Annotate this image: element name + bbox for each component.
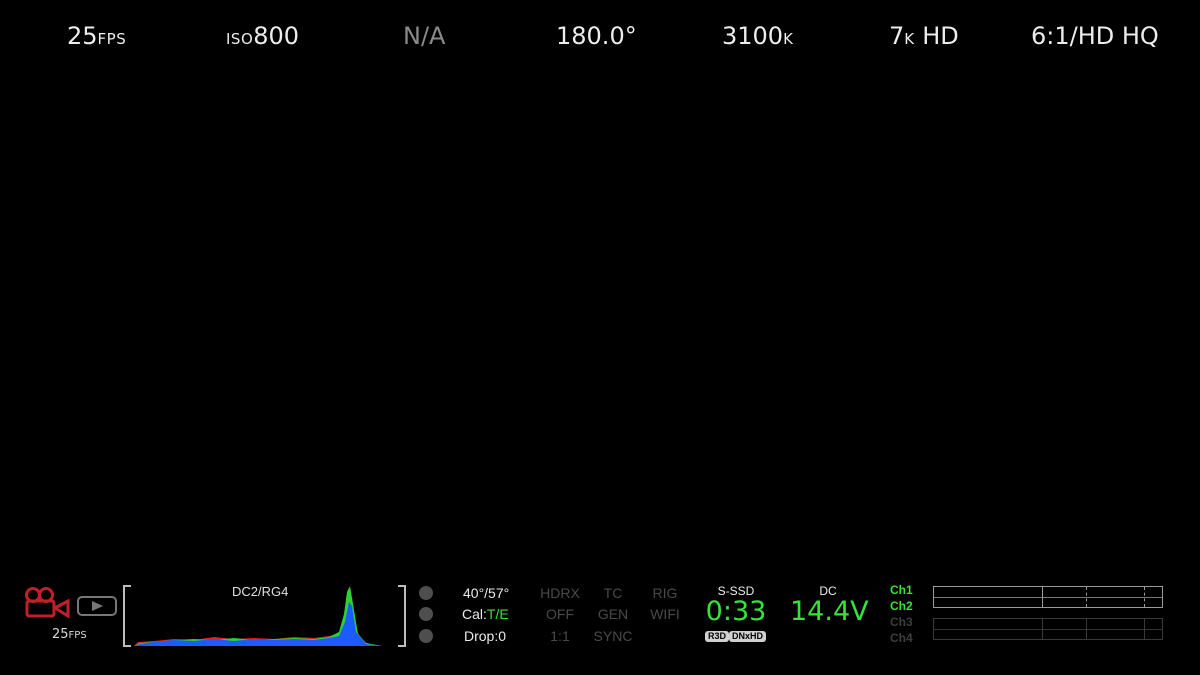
fps-value: 25: [67, 22, 98, 50]
calibration-value: T/E: [486, 606, 509, 622]
iso-prefix: ISO: [226, 30, 254, 48]
hdrx-label[interactable]: HDRX: [530, 585, 590, 601]
rig-value: WIFI: [650, 606, 680, 622]
audio-channel-4-label: Ch4: [890, 631, 913, 645]
fps-readout[interactable]: 25FPS: [67, 22, 126, 50]
resolution-readout[interactable]: 7K HD: [889, 22, 959, 50]
white-balance-readout[interactable]: 3100K: [722, 22, 793, 50]
sensor-temperature: 40°/57°: [463, 585, 510, 601]
audio-channel-1-label: Ch1: [890, 583, 913, 597]
histogram-label: DC2/RG4: [232, 584, 289, 599]
calibration-status: Cal:T/E: [462, 606, 509, 622]
timecode-mode: SYNC: [593, 628, 633, 644]
audio-channel-3-label: Ch3: [890, 615, 913, 629]
timecode-label[interactable]: TC: [583, 585, 643, 601]
aperture-readout[interactable]: N/A: [403, 22, 445, 50]
dropped-frames: Drop:0: [464, 628, 507, 644]
calibration-prefix: Cal:: [462, 606, 487, 622]
resolution-suffix: HD: [914, 22, 959, 50]
dnxhd-badge: DNxHD: [729, 631, 767, 642]
shutter-readout[interactable]: 180.0°: [556, 22, 637, 50]
resolution-value: 7: [889, 22, 905, 50]
fps-small-value: 25: [52, 627, 69, 642]
status-led-2: [419, 607, 433, 621]
histogram-right-bracket: [398, 585, 406, 647]
white-balance-unit: K: [783, 30, 794, 48]
compression-readout[interactable]: 6:1/HD HQ: [1031, 22, 1159, 50]
audio-meter-ch1-ch2[interactable]: [933, 586, 1163, 608]
media-remaining-time[interactable]: 0:33: [700, 596, 772, 627]
rig-label[interactable]: RIG: [635, 585, 695, 601]
histogram-left-bracket: [123, 585, 131, 647]
hdrx-ratio: 1:1: [550, 628, 570, 644]
top-status-bar: 25FPS ISO800 N/A 180.0° 3100K 7K HD 6:1/…: [0, 22, 1200, 58]
status-led-3: [419, 629, 433, 643]
white-balance-value: 3100: [722, 22, 784, 50]
fps-small-unit: FPS: [68, 630, 87, 641]
power-voltage[interactable]: 14.4V: [790, 596, 869, 627]
resolution-unit: K: [904, 30, 915, 48]
bottom-status-bar: 25FPS DC2/RG4 40°/57° Cal:T/E Drop:0 HDR…: [0, 578, 1200, 650]
audio-channel-2-label: Ch2: [890, 599, 913, 613]
fps-small-readout: 25FPS: [52, 627, 87, 642]
record-camera-icon[interactable]: [24, 586, 70, 619]
hdrx-value: OFF: [546, 606, 574, 622]
iso-value: 800: [253, 22, 300, 50]
audio-meter-ch3-ch4[interactable]: [933, 618, 1163, 640]
iso-readout[interactable]: ISO800: [226, 22, 299, 50]
r3d-badge: R3D: [705, 631, 730, 642]
fps-unit: FPS: [97, 30, 127, 48]
status-led-1: [419, 586, 433, 600]
timecode-value: GEN: [597, 606, 629, 622]
play-icon[interactable]: [76, 595, 118, 617]
